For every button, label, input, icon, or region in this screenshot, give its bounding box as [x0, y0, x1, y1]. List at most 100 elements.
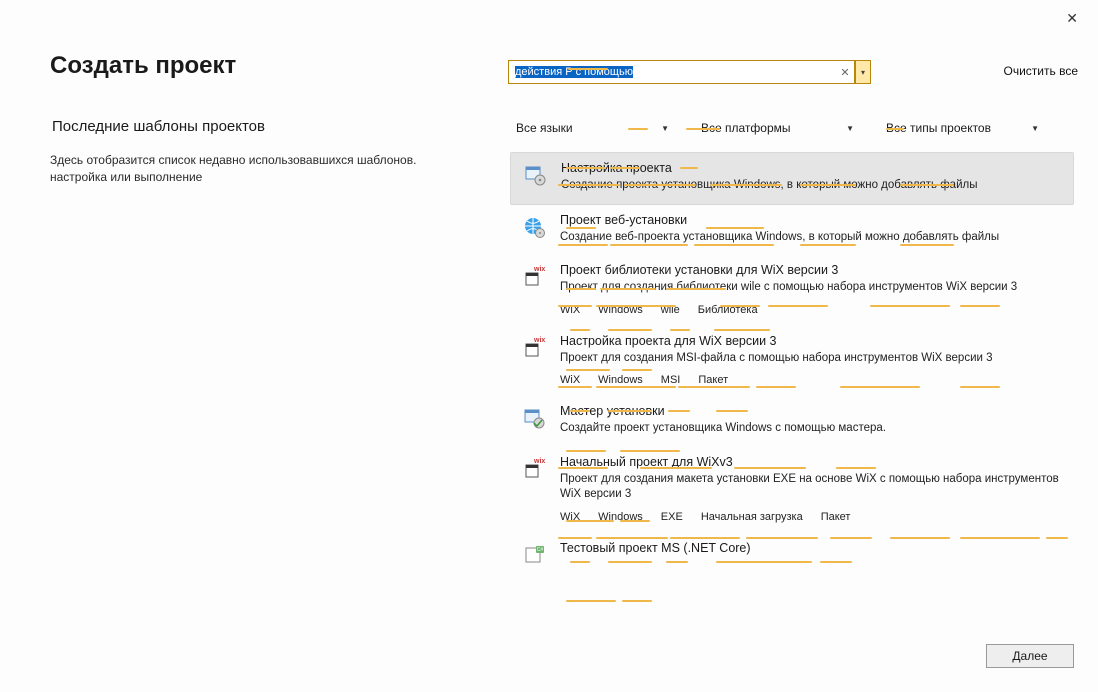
match-highlight: [568, 68, 608, 70]
match-highlight: [840, 386, 920, 388]
template-body: Начальный проект для WiXv3 Проект для со…: [560, 455, 1064, 523]
template-tag: Начальная загрузка: [701, 511, 803, 523]
match-highlight: [620, 520, 650, 522]
wix-icon: wix: [520, 263, 548, 316]
template-item[interactable]: Мастер установки Создайте проект установ…: [510, 396, 1074, 447]
mstest-icon: C#: [520, 541, 548, 567]
search-input[interactable]: [509, 66, 836, 78]
match-highlight: [694, 244, 774, 246]
recent-templates-heading: Последние шаблоны проектов: [52, 118, 265, 135]
template-body: Мастер установки Создайте проект установ…: [560, 404, 1064, 437]
match-highlight: [558, 184, 620, 186]
template-tag: Windows: [598, 374, 643, 386]
wix-icon: wix: [520, 334, 548, 387]
template-desc: Проект для создания MSI-файла с помощью …: [560, 351, 1064, 367]
match-highlight: [558, 537, 592, 539]
language-filter[interactable]: Все языки ▼: [510, 115, 675, 141]
match-highlight: [622, 600, 652, 602]
match-highlight: [668, 410, 690, 412]
template-desc: Создание веб-проекта установщика Windows…: [560, 230, 1064, 246]
template-title: Проект веб-установки: [560, 213, 1064, 227]
wizard-icon: [520, 404, 548, 437]
clear-search-icon[interactable]: ✕: [836, 66, 854, 79]
filter-row: Все языки ▼ Все платформы ▼ Все типы про…: [510, 115, 1045, 141]
svg-text:wix: wix: [533, 337, 545, 344]
match-highlight: [628, 128, 648, 130]
match-highlight: [566, 227, 596, 229]
match-highlight: [716, 561, 812, 563]
match-highlight: [960, 305, 1000, 307]
match-highlight: [624, 184, 696, 186]
template-title: Проект библиотеки установки для WiX верс…: [560, 263, 1064, 277]
globe-icon: [520, 213, 548, 246]
match-highlight: [836, 467, 876, 469]
chevron-down-icon: ▼: [846, 124, 854, 133]
template-item[interactable]: C# Тестовый проект MS (.NET Core): [510, 533, 1074, 577]
chevron-down-icon: ▼: [1031, 124, 1039, 133]
template-tags: WiX Windows MSI Пакет: [560, 374, 1064, 386]
template-body: Настройка проекта для WiX версии 3 Проек…: [560, 334, 1064, 387]
template-title: Настройка проекта для WiX версии 3: [560, 334, 1064, 348]
template-title: Начальный проект для WiXv3: [560, 455, 1064, 469]
match-highlight: [596, 305, 676, 307]
match-highlight: [566, 167, 606, 169]
template-tag: EXE: [661, 511, 683, 523]
template-body: Проект веб-установки Создание веб-проект…: [560, 213, 1064, 246]
match-highlight: [608, 410, 652, 412]
match-highlight: [596, 537, 668, 539]
match-highlight: [716, 410, 748, 412]
match-highlight: [566, 600, 616, 602]
match-highlight: [558, 305, 592, 307]
match-highlight: [666, 288, 726, 290]
template-tag: MSI: [661, 374, 681, 386]
match-highlight: [570, 410, 590, 412]
match-highlight: [710, 184, 782, 186]
match-highlight: [900, 244, 954, 246]
template-desc: Создайте проект установщика Windows с по…: [560, 421, 1064, 437]
template-body: Настройка проекта Создание проекта устан…: [561, 161, 1063, 194]
match-highlight: [670, 537, 740, 539]
template-title: Тестовый проект MS (.NET Core): [560, 541, 1064, 555]
match-highlight: [890, 537, 950, 539]
match-highlight: [678, 386, 750, 388]
match-highlight: [960, 386, 1000, 388]
match-highlight: [706, 227, 764, 229]
svg-text:wix: wix: [533, 458, 545, 465]
match-highlight: [886, 128, 904, 130]
match-highlight: [1046, 537, 1068, 539]
project-type-filter[interactable]: Все типы проектов ▼: [880, 115, 1045, 141]
match-highlight: [566, 369, 610, 371]
search-dropdown-button[interactable]: ▾: [855, 60, 871, 84]
match-highlight: [756, 386, 796, 388]
template-item[interactable]: Проект веб-установки Создание веб-проект…: [510, 205, 1074, 256]
next-button[interactable]: Далее: [986, 644, 1074, 668]
match-highlight: [566, 450, 606, 452]
match-highlight: [600, 288, 656, 290]
match-highlight: [570, 329, 590, 331]
match-highlight: [734, 467, 806, 469]
template-tag: Пакет: [698, 374, 728, 386]
match-highlight: [670, 329, 690, 331]
match-highlight: [714, 329, 770, 331]
match-highlight: [800, 184, 856, 186]
search-box[interactable]: ✕: [508, 60, 855, 84]
template-tag: Пакет: [821, 511, 851, 523]
match-highlight: [610, 244, 688, 246]
match-highlight: [558, 386, 592, 388]
match-highlight: [720, 305, 760, 307]
recent-templates-desc: Здесь отобразится список недавно использ…: [50, 152, 430, 187]
match-highlight: [686, 128, 720, 130]
match-highlight: [570, 561, 590, 563]
match-highlight: [566, 520, 614, 522]
match-highlight: [960, 537, 1040, 539]
close-icon[interactable]: ✕: [1066, 10, 1078, 27]
template-item[interactable]: wix Проект библиотеки установки для WiX …: [510, 255, 1074, 326]
match-highlight: [746, 537, 818, 539]
match-highlight: [558, 467, 608, 469]
clear-all-link[interactable]: Очистить все: [1004, 64, 1078, 78]
template-item[interactable]: Настройка проекта Создание проекта устан…: [510, 152, 1074, 205]
match-highlight: [820, 561, 852, 563]
match-highlight: [608, 329, 652, 331]
svg-text:C#: C#: [537, 547, 544, 553]
template-tag: WiX: [560, 374, 580, 386]
